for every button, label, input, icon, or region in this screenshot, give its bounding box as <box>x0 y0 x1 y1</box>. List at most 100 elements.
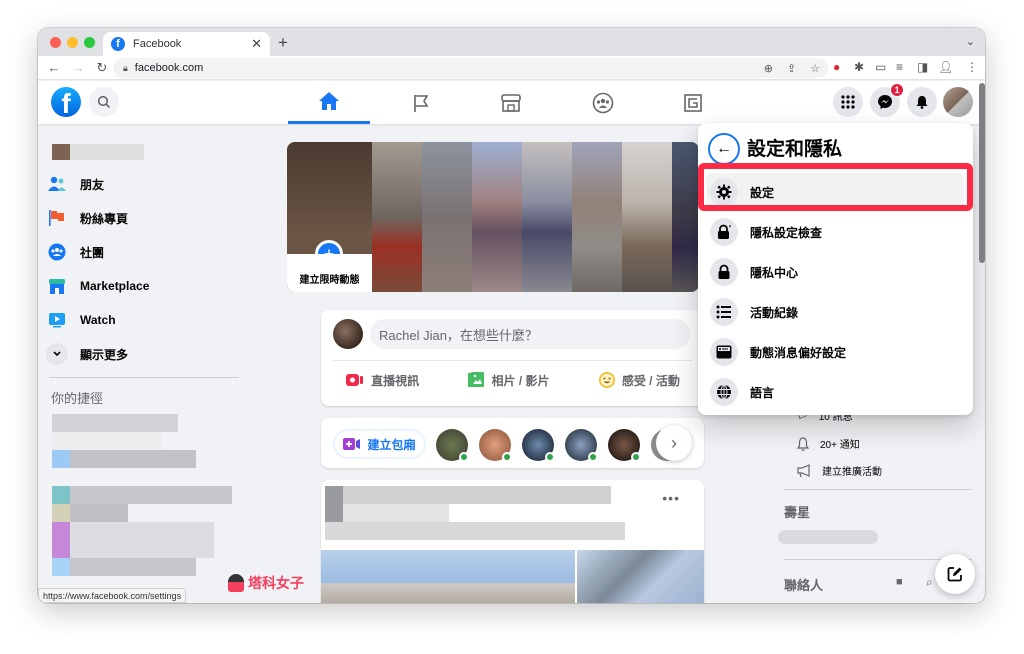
contact-avatar[interactable] <box>479 429 512 462</box>
menu-item-privacy-center[interactable]: 隱私中心 <box>706 253 964 291</box>
nav-tab-pages[interactable] <box>380 81 462 124</box>
story-card[interactable] <box>622 142 672 292</box>
messenger-button[interactable]: 1 <box>870 83 904 117</box>
birthday-item-blurred[interactable] <box>778 530 878 544</box>
sidebar-item-friends[interactable]: 朋友 <box>46 169 104 199</box>
extension-red-icon[interactable]: ● <box>833 60 840 74</box>
profile-avatar-blurred[interactable] <box>52 144 70 160</box>
new-tab-button[interactable]: + <box>278 33 288 53</box>
browser-tab[interactable]: f Facebook ✕ <box>103 32 270 56</box>
story-card[interactable] <box>572 142 622 292</box>
shortcut-item-blurred[interactable] <box>70 486 232 504</box>
minimize-window-button[interactable] <box>67 37 78 48</box>
shortcut-icon-blurred <box>52 450 70 468</box>
create-story-card[interactable]: + 建立限時動態 <box>287 142 372 292</box>
shortcut-item-blurred[interactable] <box>70 522 214 558</box>
tab-title: Facebook <box>133 38 182 50</box>
share-icon[interactable]: ⇪ <box>787 62 796 75</box>
photo-video-button[interactable]: 相片 / 影片 <box>467 371 550 389</box>
contact-avatar[interactable] <box>608 429 641 462</box>
zoom-icon[interactable]: ⊕ <box>764 62 773 75</box>
right-item-create-promotion[interactable]: 建立推廣活動 <box>796 463 882 478</box>
story-card[interactable] <box>672 142 699 292</box>
notifications-button[interactable] <box>907 87 937 117</box>
sidebar-divider <box>49 377 239 378</box>
forward-button[interactable]: → <box>66 60 90 75</box>
menu-item-activity-log[interactable]: 活動紀錄 <box>706 293 964 331</box>
search-button[interactable] <box>89 87 119 117</box>
nav-tab-gaming[interactable] <box>652 81 734 124</box>
sidebar-item-watch[interactable]: Watch <box>46 305 116 335</box>
create-room-button[interactable]: 建立包廂 <box>333 429 426 459</box>
menu-item-label: 語言 <box>750 385 775 400</box>
watermark: 塔科女子 <box>228 573 304 593</box>
address-bar[interactable]: 🔒︎ facebook.com ⊕ ⇪ ☆ <box>113 58 828 78</box>
post-author-avatar-blurred[interactable] <box>325 486 343 522</box>
shortcut-item-blurred[interactable] <box>52 432 162 450</box>
back-button[interactable]: ← <box>708 133 740 165</box>
user-avatar[interactable] <box>333 319 363 349</box>
lock-icon <box>710 258 738 286</box>
contact-avatar[interactable] <box>436 429 469 462</box>
post-more-options-icon[interactable]: ••• <box>662 490 680 506</box>
reload-button[interactable]: ↻ <box>90 60 114 76</box>
post-image[interactable] <box>577 550 704 603</box>
menu-item-language[interactable]: 語言 <box>706 373 964 411</box>
nav-tab-marketplace[interactable] <box>470 81 552 124</box>
shortcut-item-blurred[interactable] <box>52 414 178 432</box>
story-card[interactable] <box>522 142 572 292</box>
facebook-logo[interactable]: f <box>51 87 81 117</box>
tab-search-chevron-icon[interactable]: ⌄ <box>966 35 975 48</box>
close-window-button[interactable] <box>50 37 61 48</box>
story-card[interactable] <box>472 142 522 292</box>
sidebar-item-pages[interactable]: 粉絲專頁 <box>46 203 128 233</box>
maximize-window-button[interactable] <box>84 37 95 48</box>
media-control-icon[interactable]: ≡ <box>896 60 903 74</box>
browser-menu-icon[interactable]: ⋮ <box>966 60 978 74</box>
sidebar-item-label: 朋友 <box>80 177 105 192</box>
shortcut-item-blurred[interactable] <box>70 504 128 522</box>
rooms-next-button[interactable]: › <box>656 425 692 461</box>
back-button[interactable]: ← <box>42 60 66 75</box>
smiley-icon <box>598 372 615 388</box>
chevron-right-icon: › <box>671 432 677 453</box>
cast-icon[interactable]: ▭ <box>875 60 886 74</box>
grid-menu-icon <box>841 95 855 109</box>
contact-avatar[interactable] <box>565 429 598 462</box>
shortcut-item-blurred[interactable] <box>70 558 196 576</box>
bookmark-star-icon[interactable]: ☆ <box>810 62 820 75</box>
profile-name-blurred[interactable] <box>70 144 144 160</box>
right-item-notifications[interactable]: 20+ 通知 <box>796 436 860 451</box>
nav-tab-groups[interactable] <box>562 81 644 124</box>
post-image[interactable] <box>321 550 575 603</box>
shortcut-item-blurred[interactable] <box>70 450 196 468</box>
menu-item-feed-preferences[interactable]: 動態消息偏好設定 <box>706 333 964 371</box>
close-tab-icon[interactable]: ✕ <box>251 36 262 52</box>
story-card[interactable] <box>372 142 422 292</box>
nav-tab-home[interactable] <box>288 81 370 124</box>
side-panel-icon[interactable]: ◨ <box>917 60 928 74</box>
sidebar-item-show-more[interactable]: 顯示更多 <box>46 339 128 369</box>
menu-item-privacy-checkup[interactable]: 隱私設定檢查 <box>706 213 964 251</box>
live-video-button[interactable]: 直播視訊 <box>345 372 419 389</box>
online-indicator <box>631 452 641 462</box>
page-scrollbar[interactable] <box>979 83 985 263</box>
title-bar: f Facebook ✕ + ⌄ <box>38 28 985 56</box>
home-icon <box>319 92 339 110</box>
post-author-blurred[interactable] <box>343 486 611 504</box>
contacts-search-icon[interactable]: ⌕ <box>926 575 933 590</box>
account-avatar[interactable] <box>943 87 973 117</box>
sidebar-item-groups[interactable]: 社團 <box>46 237 104 267</box>
menu-button[interactable] <box>833 87 863 117</box>
sidebar-item-marketplace[interactable]: Marketplace <box>46 271 149 301</box>
sidebar-item-label: 顯示更多 <box>80 347 129 362</box>
whats-on-your-mind-input[interactable]: Rachel Jian，在想些什麼？ <box>370 319 690 349</box>
feeling-activity-button[interactable]: 感受 / 活動 <box>598 371 680 389</box>
profile-avatar-icon[interactable]: 👤︎ <box>938 60 953 74</box>
new-room-video-icon[interactable]: ■ <box>896 576 903 588</box>
shop-icon <box>46 275 68 297</box>
story-card[interactable] <box>422 142 472 292</box>
extensions-puzzle-icon[interactable]: ✱ <box>854 60 864 74</box>
contact-avatar[interactable] <box>522 429 555 462</box>
new-message-button[interactable] <box>935 554 975 594</box>
